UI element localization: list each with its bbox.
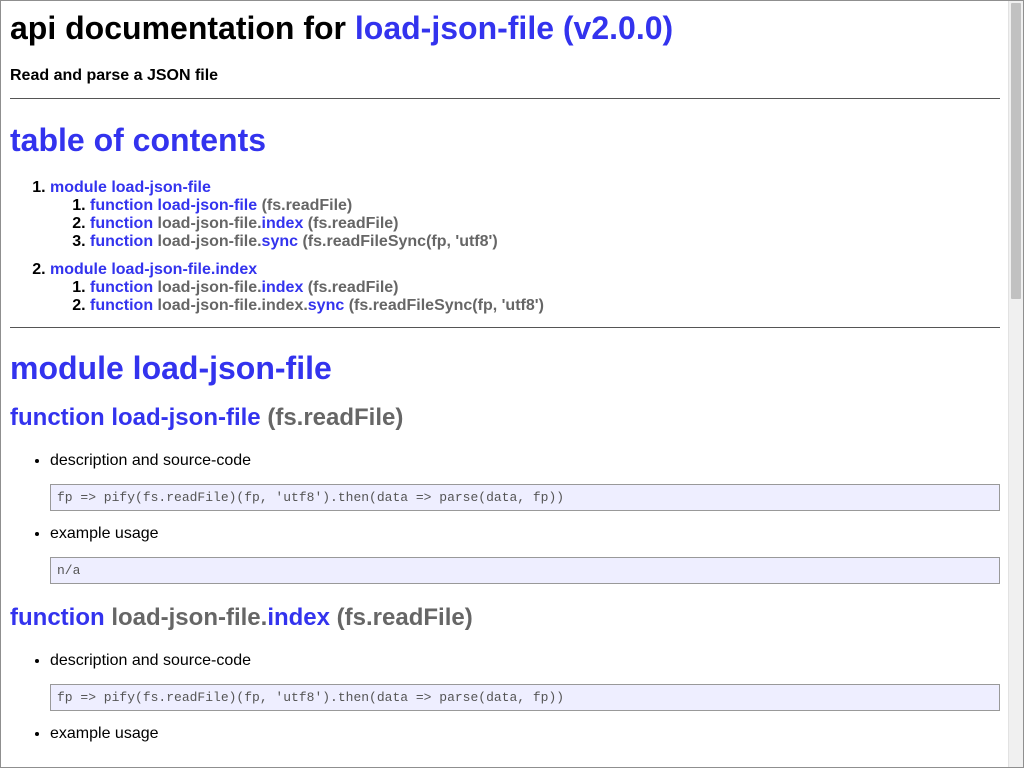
toc-signature: (fs.readFileSync(fp, 'utf8') bbox=[348, 297, 544, 314]
toc-signature: (fs.readFileSync(fp, 'utf8') bbox=[302, 233, 498, 250]
toc-function-link[interactable]: function load-json-file.sync (fs.readFil… bbox=[90, 233, 498, 250]
toc-group: module load-json-file.index function loa… bbox=[50, 261, 1008, 315]
function-keyword: function bbox=[10, 604, 105, 631]
code-item: fp => pify(fs.readFile)(fp, 'utf8').then… bbox=[50, 684, 1008, 711]
toc-heading[interactable]: table of contents bbox=[10, 122, 1008, 158]
toc-signature: (fs.readFile) bbox=[307, 215, 399, 232]
source-code-block: fp => pify(fs.readFile)(fp, 'utf8').then… bbox=[50, 484, 1000, 511]
toc-keyword: function bbox=[90, 215, 154, 232]
toc-namespace: load-json-file. bbox=[157, 233, 262, 250]
toc-namespace: load-json-file. bbox=[157, 215, 262, 232]
toc-item: function load-json-file.sync (fs.readFil… bbox=[90, 233, 1008, 251]
toc-group: module load-json-file function load-json… bbox=[50, 179, 1008, 251]
title-package-link[interactable]: load-json-file (v2.0.0) bbox=[355, 10, 673, 46]
example-label: example usage bbox=[50, 525, 1008, 543]
toc-list: module load-json-file function load-json… bbox=[10, 179, 1008, 315]
function-heading[interactable]: function load-json-file (fs.readFile) bbox=[10, 404, 1008, 432]
module-heading[interactable]: module load-json-file bbox=[10, 350, 1008, 386]
function-name: index bbox=[267, 604, 330, 631]
toc-function-link[interactable]: function load-json-file (fs.readFile) bbox=[90, 197, 352, 214]
toc-item: function load-json-file.index.sync (fs.r… bbox=[90, 297, 1008, 315]
function-name: load-json-file bbox=[111, 404, 261, 431]
toc-name: sync bbox=[261, 233, 299, 250]
toc-name: index bbox=[261, 215, 304, 232]
toc-namespace: load-json-file.index. bbox=[157, 297, 308, 314]
toc-namespace: load-json-file. bbox=[157, 279, 262, 296]
function-namespace: load-json-file. bbox=[111, 604, 268, 631]
toc-module-link[interactable]: module load-json-file.index bbox=[50, 261, 257, 278]
description-label: description and source-code bbox=[50, 652, 1008, 670]
toc-item: function load-json-file (fs.readFile) bbox=[90, 197, 1008, 215]
toc-function-link[interactable]: function load-json-file.index.sync (fs.r… bbox=[90, 297, 544, 314]
vertical-scrollbar[interactable] bbox=[1008, 1, 1023, 767]
page-subtitle: Read and parse a JSON file bbox=[10, 67, 219, 84]
toc-signature: (fs.readFile) bbox=[307, 279, 399, 296]
description-label: description and source-code bbox=[50, 452, 1008, 470]
example-code-block: n/a bbox=[50, 557, 1000, 584]
toc-function-link[interactable]: function load-json-file.index (fs.readFi… bbox=[90, 215, 398, 232]
toc-signature: (fs.readFile) bbox=[261, 197, 353, 214]
code-item: fp => pify(fs.readFile)(fp, 'utf8').then… bbox=[50, 484, 1008, 511]
toc-keyword: function bbox=[90, 279, 154, 296]
toc-item: function load-json-file.index (fs.readFi… bbox=[90, 279, 1008, 297]
toc-name: load-json-file bbox=[157, 197, 258, 214]
toc-function-link[interactable]: function load-json-file.index (fs.readFi… bbox=[90, 279, 398, 296]
toc-name: sync bbox=[307, 297, 345, 314]
toc-keyword: function bbox=[90, 233, 154, 250]
source-code-block: fp => pify(fs.readFile)(fp, 'utf8').then… bbox=[50, 684, 1000, 711]
page-content: api documentation for load-json-file (v2… bbox=[1, 1, 1008, 767]
code-item: n/a bbox=[50, 557, 1008, 584]
title-prefix: api documentation for bbox=[10, 10, 346, 46]
function-details: description and source-code fp => pify(f… bbox=[10, 652, 1008, 743]
function-signature: (fs.readFile) bbox=[336, 604, 473, 631]
toc-item: function load-json-file.index (fs.readFi… bbox=[90, 215, 1008, 233]
toc-keyword: function bbox=[90, 297, 154, 314]
function-heading[interactable]: function load-json-file.index (fs.readFi… bbox=[10, 604, 1008, 632]
page-title: api documentation for load-json-file (v2… bbox=[10, 1, 1008, 55]
toc-keyword: function bbox=[90, 197, 154, 214]
function-keyword: function bbox=[10, 404, 105, 431]
toc-name: index bbox=[261, 279, 304, 296]
example-label: example usage bbox=[50, 725, 1008, 743]
function-signature: (fs.readFile) bbox=[267, 404, 404, 431]
function-details: description and source-code fp => pify(f… bbox=[10, 452, 1008, 584]
toc-module-link[interactable]: module load-json-file bbox=[50, 179, 211, 196]
scrollbar-thumb[interactable] bbox=[1011, 3, 1021, 299]
browser-viewport: api documentation for load-json-file (v2… bbox=[0, 0, 1024, 768]
